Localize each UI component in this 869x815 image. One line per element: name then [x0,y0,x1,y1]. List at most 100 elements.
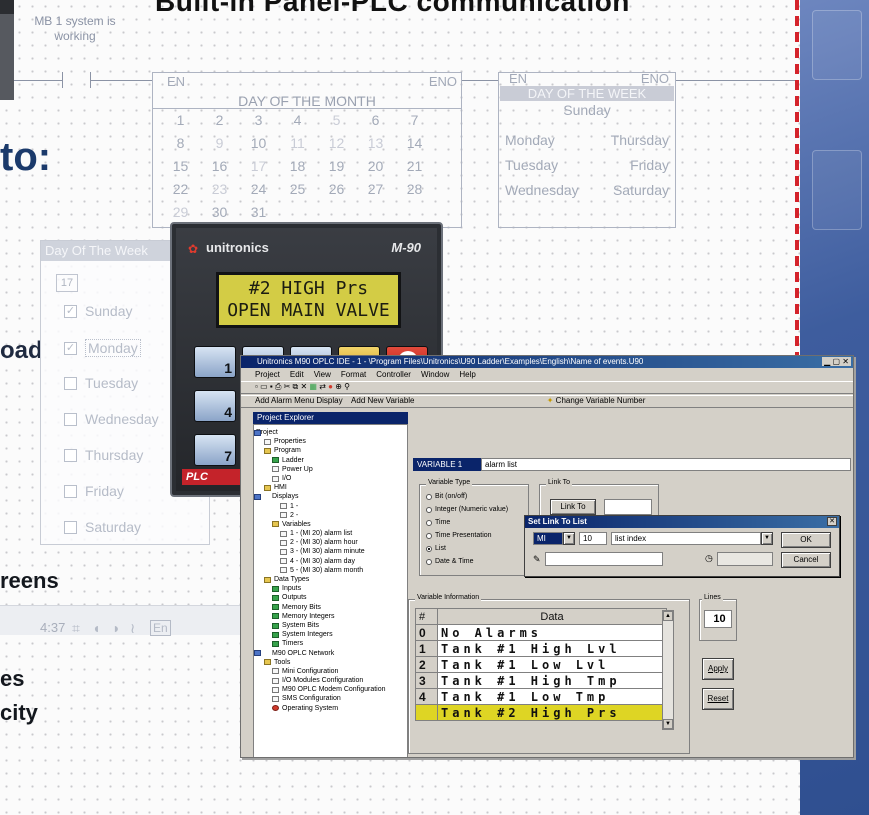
tree-item[interactable]: 4 - (MI 30) alarm day [256,557,405,566]
save-icon[interactable]: ▪ [270,382,273,391]
checkbox-icon[interactable]: ✓ [64,304,77,318]
tree-item[interactable]: Program [256,446,405,455]
tree-item[interactable]: System Integers [256,630,405,639]
fb-day-of-month[interactable]: EN ENO DAY OF THE MONTH 1 2 3 4 5 6 7 8 9 10 11 12 1… [152,72,462,228]
row-data[interactable]: Tank #1 Low Lvl [437,656,667,673]
day-checkbox-friday[interactable]: Friday [64,483,124,499]
day-checkbox-wednesday[interactable]: Wednesday [64,411,159,427]
variable-type-radio[interactable]: Date & Time [426,558,474,565]
tree-item[interactable]: 2 - [256,511,405,520]
menu-item-window[interactable]: Window [421,370,449,379]
tree-item[interactable]: Variables [256,520,405,529]
day-checkbox-tuesday[interactable]: Tuesday [64,375,138,391]
ladder-icon[interactable]: ▦ [309,382,317,391]
print-icon[interactable]: ⎙ [275,382,281,391]
day-checkbox-saturday[interactable]: Saturday [64,519,141,535]
menu-item-controller[interactable]: Controller [376,370,411,379]
tree-item[interactable]: Outputs [256,593,405,602]
tree-item[interactable]: Power Up [256,465,405,474]
tree-item[interactable]: System Bits [256,621,405,630]
table-row[interactable]: Tank #2 High Prs [415,704,667,721]
cancel-button[interactable]: Cancel [781,552,831,568]
table-row[interactable]: 3 Tank #1 High Tmp [415,672,667,689]
checkbox-icon[interactable] [64,448,77,462]
change-variable-button[interactable]: Change Variable Number [556,396,646,405]
radio-icon[interactable] [426,532,432,539]
copy-icon[interactable]: ⧉ [293,382,299,391]
link-type-select[interactable]: MI [533,532,563,545]
menu-item-view[interactable]: View [314,370,331,379]
row-data[interactable]: Tank #1 High Lvl [437,640,667,657]
tree-item[interactable]: 2 - (MI 30) alarm hour [256,538,405,547]
tree-item[interactable]: 3 - (MI 30) alarm minute [256,547,405,556]
tree-item[interactable]: Mini Configuration [256,667,405,676]
apply-button[interactable]: Apply [702,658,734,680]
day-checkbox-thursday[interactable]: Thursday [64,447,143,463]
radio-icon[interactable] [426,506,432,513]
tree-item[interactable]: Inputs [256,584,405,593]
radio-icon[interactable] [426,545,432,552]
table-row[interactable]: 2 Tank #1 Low Lvl [415,656,667,673]
scroll-up-icon[interactable]: ▲ [663,611,673,621]
key-1[interactable]: 1 [194,346,236,378]
day-checkbox-sunday[interactable]: ✓ Sunday [64,303,132,319]
tree-item[interactable]: Timers [256,639,405,648]
menu-item-edit[interactable]: Edit [290,370,304,379]
checkbox-icon[interactable]: ✓ [64,341,77,355]
zoom-icon[interactable]: ⊕ [335,382,342,391]
tree-item[interactable]: Data Types [256,575,405,584]
link-to-field[interactable] [604,499,652,515]
variable-name-input[interactable]: alarm list [481,458,851,471]
tree-item[interactable]: 1 - (MI 20) alarm list [256,529,405,538]
tree-item[interactable]: Tools [256,658,405,667]
scroll-down-icon[interactable]: ▼ [663,719,673,729]
variable-type-radio[interactable]: Time Presentation [426,532,492,539]
menu-item-format[interactable]: Format [341,370,366,379]
tree-item[interactable]: Operating System [256,704,405,713]
radio-icon[interactable] [426,519,432,526]
checkbox-icon[interactable] [64,412,77,426]
table-scrollbar[interactable]: ▲ ▼ [662,610,674,730]
tree-item[interactable]: Ladder [256,456,405,465]
tree-item[interactable]: HMI [256,483,405,492]
reset-button[interactable]: Reset [702,688,734,710]
transfer-icon[interactable]: ⇄ [319,382,326,391]
cut-icon[interactable]: ✂ [284,382,291,391]
row-data[interactable]: Tank #1 High Tmp [437,672,667,689]
add-alarm-button[interactable]: Add Alarm Menu Display [255,396,343,405]
delete-icon[interactable]: ✕ [300,382,307,391]
key-7[interactable]: 7 [194,434,236,466]
menu-item-project[interactable]: Project [255,370,280,379]
open-icon[interactable]: ▭ [260,382,268,391]
variable-type-radio[interactable]: Integer (Numeric value) [426,506,508,513]
row-data[interactable]: Tank #2 High Prs [437,704,667,721]
tree-item[interactable]: M90 OPLC Modem Configuration [256,685,405,694]
variable-type-radio[interactable]: Time [426,519,450,526]
tree-item[interactable]: Memory Integers [256,612,405,621]
menu-item-help[interactable]: Help [459,370,475,379]
chevron-down-icon[interactable]: ▼ [761,532,773,545]
language-indicator[interactable]: En [150,620,171,636]
mini-field[interactable]: 17 [56,274,78,292]
row-data[interactable]: No Alarms [437,624,667,641]
radio-icon[interactable] [426,558,432,565]
tree-item[interactable]: 1 - [256,502,405,511]
tree-item[interactable]: Project [254,428,405,437]
tree-item[interactable]: I/O Modules Configuration [256,676,405,685]
checkbox-icon[interactable] [64,376,77,390]
row-data[interactable]: Tank #1 Low Tmp [437,688,667,705]
chevron-down-icon[interactable]: ▼ [563,532,575,545]
binoculars-icon[interactable]: ⚲ [344,382,350,391]
tree-item[interactable]: Memory Bits [256,603,405,612]
fb-day-of-week[interactable]: EN ENO DAY OF THE WEEK Sunday Monday Thur… [498,71,676,228]
tree-item[interactable]: 5 - (MI 30) alarm month [256,566,405,575]
variable-type-radio[interactable]: Bit (on/off) [426,493,467,500]
new-icon[interactable]: ▫ [255,382,258,391]
link-to-button[interactable]: Link To [550,499,596,515]
window-controls[interactable]: ▁ ▢ ✕ [822,357,851,366]
day-checkbox-monday[interactable]: ✓ Monday [64,339,141,357]
link-number-input[interactable]: 10 [579,532,607,545]
radio-icon[interactable] [426,493,432,500]
add-variable-button[interactable]: Add New Variable [351,396,414,405]
table-row[interactable]: 1 Tank #1 High Lvl [415,640,667,657]
